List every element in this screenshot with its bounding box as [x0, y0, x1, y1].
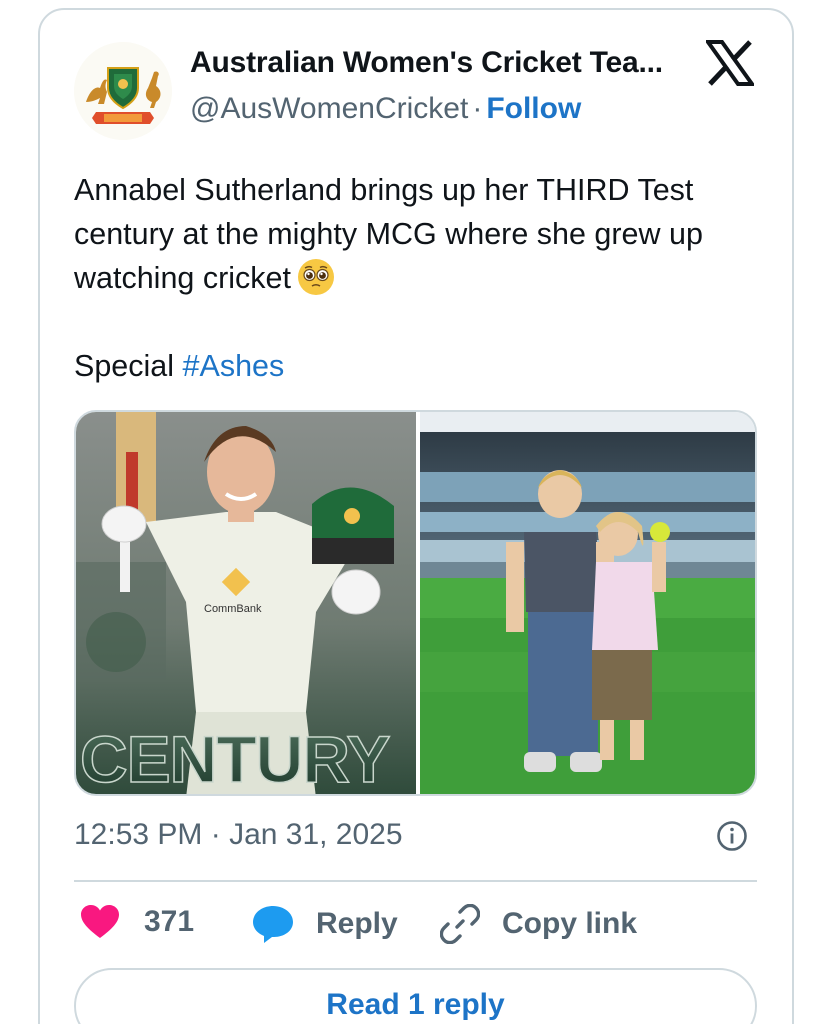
mcg-photo-illustration [420, 412, 755, 794]
copy-link-label: Copy link [502, 907, 638, 940]
special-text: Special [74, 349, 175, 383]
account-handle-row: @AusWomenCricket · Follow [190, 92, 581, 126]
pleading-face-emoji-icon [297, 259, 334, 295]
separator-dot: · [472, 92, 483, 125]
x-logo-icon[interactable] [706, 40, 754, 86]
link-icon [440, 904, 480, 944]
tweet-hashtag-line: Special #Ashes [74, 344, 774, 388]
commbank-shirt-text: CommBank [204, 603, 262, 615]
like-count: 371 [144, 905, 195, 938]
reply-bubble-icon [253, 906, 293, 943]
info-icon[interactable] [716, 820, 748, 852]
tweet-text-line-3-text: watching cricket [74, 261, 291, 295]
reply-label: Reply [316, 907, 398, 940]
tweet-text: Annabel Sutherland brings up her THIRD T… [74, 168, 774, 388]
read-reply-button[interactable]: Read 1 reply [74, 968, 757, 1024]
heart-icon [81, 905, 119, 938]
century-celebration-photo[interactable]: CommBank CENTURY [76, 412, 416, 794]
tweet-text-line-2: century at the mighty MCG where she grew… [74, 217, 703, 251]
follow-button[interactable]: Follow [486, 92, 581, 125]
tweet-timestamp[interactable]: 12:53 PM · Jan 31, 2025 [74, 818, 403, 852]
century-photo-illustration: CommBank CENTURY [76, 412, 416, 794]
tweet-text-line-1: Annabel Sutherland brings up her THIRD T… [74, 173, 694, 207]
divider [74, 880, 757, 882]
like-button[interactable]: 371 [80, 904, 194, 940]
avatar[interactable] [74, 42, 172, 140]
children-at-mcg-photo[interactable] [420, 412, 755, 794]
account-handle[interactable]: @AusWomenCricket [190, 92, 468, 125]
hashtag-link[interactable]: #Ashes [183, 349, 285, 383]
tweet-text-line-3: watching cricket [74, 256, 774, 300]
cricket-australia-crest-icon [74, 42, 172, 140]
copy-link-button[interactable]: Copy link [440, 904, 637, 944]
reply-button[interactable]: Reply [252, 904, 398, 944]
century-overlay-text: CENTURY [80, 722, 390, 794]
media-grid: CommBank CENTURY [74, 410, 757, 796]
account-name[interactable]: Australian Women's Cricket Tea... [190, 46, 680, 80]
